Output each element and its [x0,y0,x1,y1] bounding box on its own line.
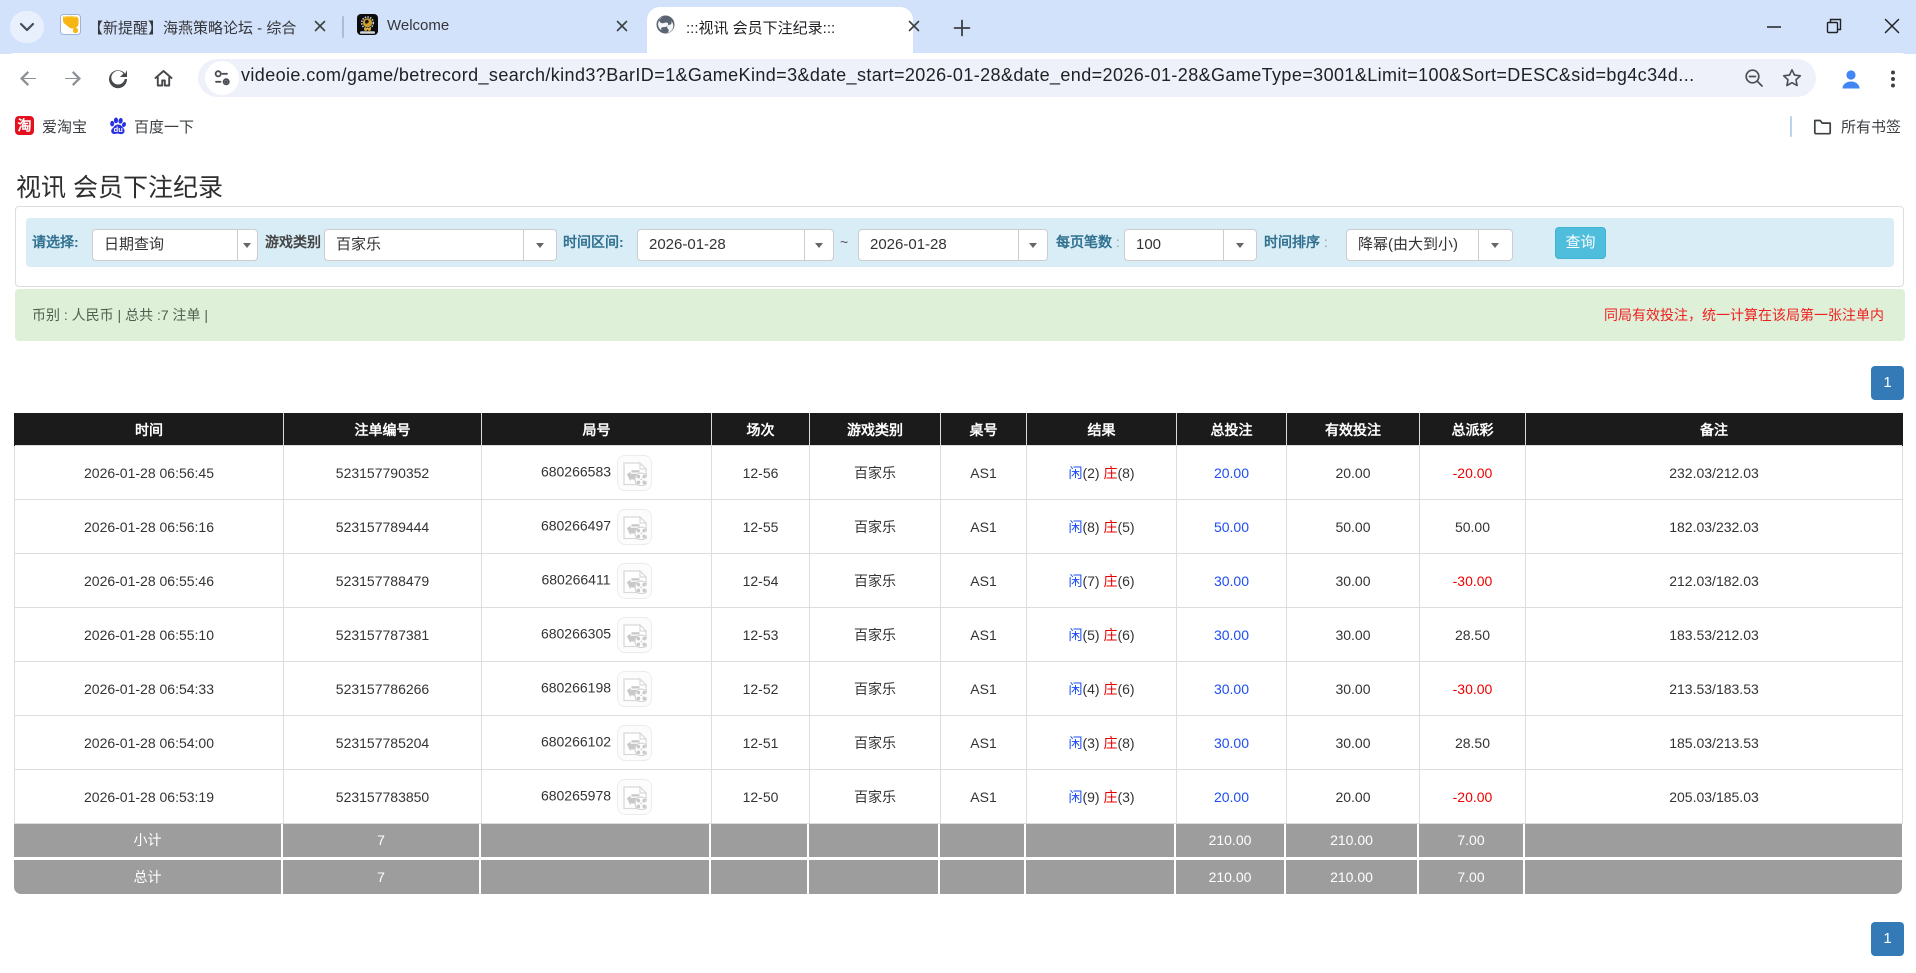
svg-text:du: du [114,125,124,134]
svg-text:淘: 淘 [18,118,32,134]
